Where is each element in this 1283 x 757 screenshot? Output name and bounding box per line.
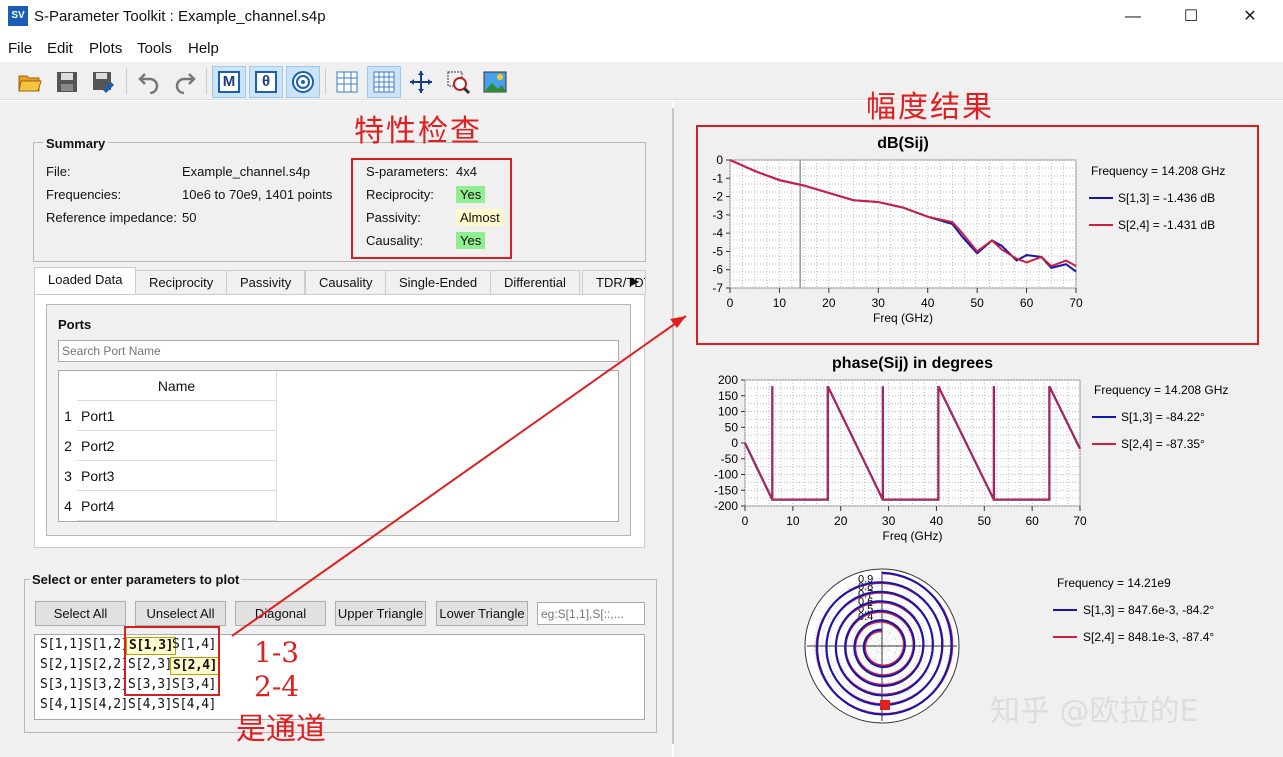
x-axis-label: Freq (GHz) [883, 529, 943, 543]
x-tick-label: 30 [872, 296, 886, 310]
y-tick-label: -150 [714, 483, 738, 497]
db-chart: dB(Sij) 0 10 20 30 40 50 60 70 0 -1 -2 -3 -4 -5 -6 -7 Fre… [712, 135, 1225, 325]
x-tick-label: 20 [822, 296, 836, 310]
y-tick-label: 0 [731, 436, 738, 450]
x-tick-label: 10 [786, 514, 800, 528]
y-tick-label: -50 [721, 452, 739, 466]
legend-entry: S[1,3] = -84.22° [1121, 410, 1205, 424]
y-tick-label: -4 [712, 226, 723, 240]
y-tick-label: -6 [712, 263, 723, 277]
x-tick-label: 30 [882, 514, 896, 528]
y-tick-label: -5 [712, 244, 723, 258]
x-tick-label: 0 [727, 296, 734, 310]
y-tick-label: -200 [714, 499, 738, 513]
phase-chart: phase(Sij) in degrees 0 10 20 30 40 50 60 70 200 1… [714, 355, 1228, 543]
x-tick-label: 40 [930, 514, 944, 528]
x-tick-label: 70 [1073, 514, 1087, 528]
polar-marker [880, 700, 890, 710]
legend-entry: S[2,4] = -87.35° [1121, 437, 1205, 451]
legend-title: Frequency = 14.208 GHz [1091, 164, 1225, 178]
y-tick-label: 0 [716, 153, 723, 167]
y-tick-label: -7 [712, 281, 723, 295]
watermark: 知乎 @欧拉的E [990, 694, 1199, 729]
y-tick-label: -100 [714, 468, 738, 482]
y-tick-label: 200 [718, 373, 738, 387]
x-axis-label: Freq (GHz) [873, 311, 933, 325]
legend-entry: S[1,3] = -1.436 dB [1118, 191, 1215, 205]
x-tick-label: 10 [773, 296, 787, 310]
x-tick-label: 50 [978, 514, 992, 528]
x-tick-label: 50 [970, 296, 984, 310]
charts-svg: dB(Sij) 0 10 20 30 40 50 60 70 0 -1 -2 -3 -4 -5 -6 -7 Fre… [231, 135, 1228, 724]
x-tick-label: 20 [834, 514, 848, 528]
legend-title: Frequency = 14.208 GHz [1094, 383, 1228, 397]
legend-title: Frequency = 14.21e9 [1057, 576, 1171, 590]
legend-entry: S[2,4] = 848.1e-3, -87.4° [1083, 630, 1214, 644]
x-tick-label: 60 [1020, 296, 1034, 310]
y-tick-label: 100 [718, 405, 738, 419]
x-tick-label: 40 [921, 296, 935, 310]
y-tick-label: -3 [712, 208, 723, 222]
y-tick-label: 150 [718, 389, 738, 403]
x-tick-label: 0 [742, 514, 749, 528]
chart-title: phase(Sij) in degrees [832, 355, 993, 372]
legend-entry: S[2,4] = -1.431 dB [1118, 218, 1215, 232]
annotation-arrow [231, 315, 687, 637]
y-tick-label: -2 [712, 190, 723, 204]
chart-title: dB(Sij) [877, 135, 929, 152]
legend-entry: S[1,3] = 847.6e-3, -84.2° [1083, 603, 1214, 617]
x-tick-label: 60 [1025, 514, 1039, 528]
y-tick-label: 50 [725, 420, 739, 434]
x-tick-label: 70 [1069, 296, 1083, 310]
y-tick-label: -1 [712, 171, 723, 185]
